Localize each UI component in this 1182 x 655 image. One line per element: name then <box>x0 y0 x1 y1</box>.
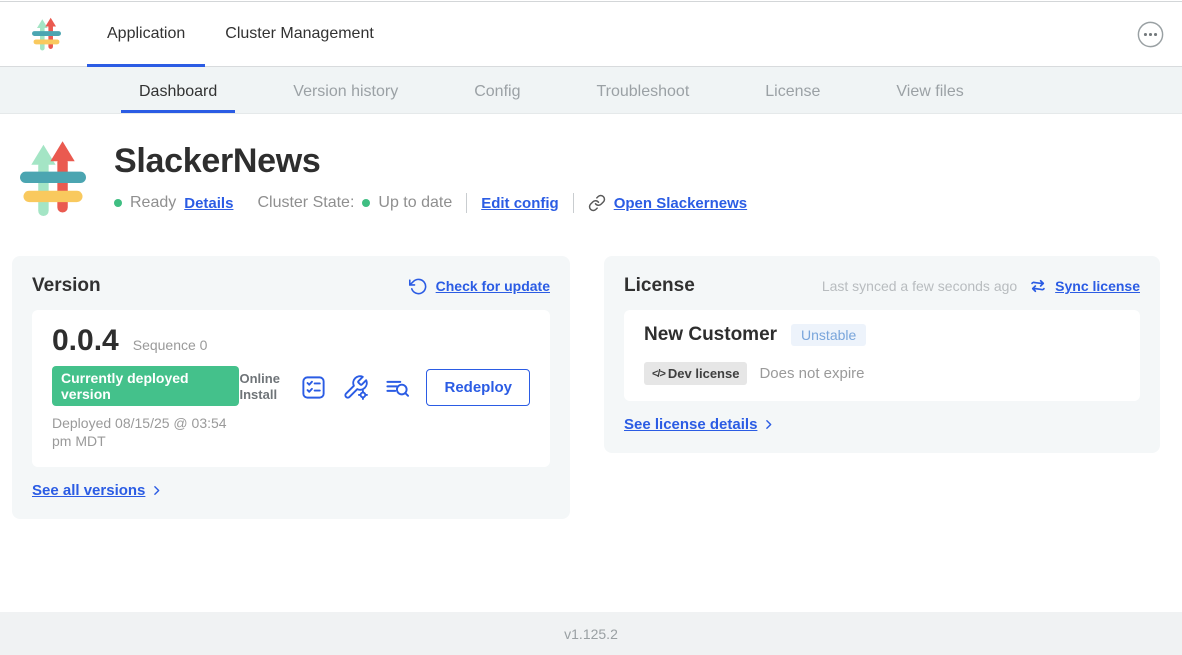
license-expiration: Does not expire <box>759 365 864 382</box>
subnav-view-files-label: View files <box>896 83 963 101</box>
cluster-state-value: Up to date <box>378 194 452 212</box>
tab-cluster-management-label: Cluster Management <box>225 25 374 43</box>
page-title: SlackerNews <box>114 142 747 181</box>
edit-config-icon-button[interactable] <box>342 374 369 401</box>
subnav-tab-dashboard[interactable]: Dashboard <box>121 67 235 113</box>
top-tabs: Application Cluster Management <box>87 2 394 66</box>
slackernews-logo-icon <box>32 17 61 52</box>
status-details-link[interactable]: Details <box>184 195 233 212</box>
sync-license-link[interactable]: Sync license <box>1055 278 1140 294</box>
cluster-state-dot <box>362 199 370 207</box>
deployed-timestamp: Deployed 08/15/25 @ 03:54 pm MDT <box>52 414 239 451</box>
check-update-group[interactable]: Check for update <box>409 277 550 296</box>
tab-application[interactable]: Application <box>87 2 205 66</box>
license-type-label: Dev license <box>668 366 740 381</box>
tab-cluster-management[interactable]: Cluster Management <box>205 2 394 66</box>
cluster-state-label: Cluster State: <box>257 194 354 212</box>
current-version-panel: 0.0.4 Sequence 0 Currently deployed vers… <box>32 310 550 467</box>
divider <box>573 193 574 213</box>
top-navbar: Application Cluster Management <box>0 2 1182 67</box>
dashboard-cards: Version Check for update 0.0.4 Sequence … <box>12 256 1182 519</box>
subnav-tab-view-files[interactable]: View files <box>878 67 981 113</box>
code-icon: </> <box>652 368 665 380</box>
channel-badge: Unstable <box>791 324 866 346</box>
refresh-icon <box>409 277 428 296</box>
lines-magnifier-icon <box>384 374 411 401</box>
chevron-right-icon <box>150 484 163 497</box>
app-icon-large <box>20 139 86 220</box>
redeploy-button[interactable]: Redeploy <box>426 369 530 406</box>
app-status-row: Ready Details Cluster State: Up to date … <box>114 193 747 213</box>
chain-link-icon <box>588 194 606 212</box>
subnav-dashboard-label: Dashboard <box>139 83 217 101</box>
license-card-header: License Last synced a few seconds ago Sy… <box>624 274 1140 298</box>
subnav-tab-license[interactable]: License <box>747 67 838 113</box>
version-number-row: 0.0.4 Sequence 0 <box>52 324 239 358</box>
app-subnav: Dashboard Version history Config Trouble… <box>0 67 1182 114</box>
sync-license-group: Last synced a few seconds ago Sync licen… <box>822 277 1140 295</box>
install-type-label: Online Install <box>239 371 285 404</box>
tab-application-label: Application <box>107 25 185 43</box>
version-card-header: Version Check for update <box>32 274 550 298</box>
version-info: 0.0.4 Sequence 0 Currently deployed vers… <box>52 324 239 451</box>
license-card-title: License <box>624 275 695 297</box>
ellipsis-circle-icon <box>1135 19 1166 50</box>
see-all-versions-link[interactable]: See all versions <box>32 482 145 499</box>
subnav-version-history-label: Version history <box>293 83 398 101</box>
license-details-panel: New Customer Unstable </> Dev license Do… <box>624 310 1140 401</box>
version-card: Version Check for update 0.0.4 Sequence … <box>12 256 570 519</box>
version-number: 0.0.4 <box>52 324 119 358</box>
sync-arrows-icon <box>1029 277 1047 295</box>
subnav-tab-version-history[interactable]: Version history <box>275 67 416 113</box>
deployed-badge: Currently deployed version <box>52 366 239 406</box>
overflow-menu-button[interactable] <box>1135 19 1166 50</box>
open-app-link[interactable]: Open Slackernews <box>614 195 747 212</box>
sequence-label: Sequence 0 <box>133 337 208 353</box>
app-header: SlackerNews Ready Details Cluster State:… <box>20 139 1182 220</box>
last-synced-label: Last synced a few seconds ago <box>822 278 1017 294</box>
app-status-label: Ready <box>130 194 176 212</box>
edit-config-link[interactable]: Edit config <box>481 195 559 212</box>
deploy-logs-button[interactable] <box>384 374 411 401</box>
license-type-badge: </> Dev license <box>644 362 747 385</box>
see-license-details-row[interactable]: See license details <box>624 416 1140 433</box>
license-card: License Last synced a few seconds ago Sy… <box>604 256 1160 453</box>
license-type-row: </> Dev license Does not expire <box>644 362 1120 385</box>
wrench-gear-icon <box>342 374 369 401</box>
subnav-troubleshoot-label: Troubleshoot <box>596 83 689 101</box>
customer-row: New Customer Unstable <box>644 324 1120 346</box>
preflight-checks-button[interactable] <box>300 374 327 401</box>
version-actions: Online Install <box>239 369 530 406</box>
version-card-title: Version <box>32 275 101 297</box>
divider <box>466 193 467 213</box>
subnav-config-label: Config <box>474 83 520 101</box>
subnav-tab-troubleshoot[interactable]: Troubleshoot <box>578 67 707 113</box>
subnav-tab-config[interactable]: Config <box>456 67 538 113</box>
check-update-link[interactable]: Check for update <box>436 278 550 294</box>
subnav-license-label: License <box>765 83 820 101</box>
chevron-right-icon <box>762 418 775 431</box>
checklist-icon <box>300 374 327 401</box>
app-status-dot <box>114 199 122 207</box>
console-footer: v1.125.2 <box>0 612 1182 655</box>
see-all-versions-row[interactable]: See all versions <box>32 482 550 499</box>
admin-console-page: Application Cluster Management Dashboard… <box>0 0 1182 655</box>
console-version: v1.125.2 <box>564 626 618 642</box>
see-license-details-link[interactable]: See license details <box>624 416 757 433</box>
app-logo-small[interactable] <box>32 17 61 52</box>
app-header-text: SlackerNews Ready Details Cluster State:… <box>114 139 747 220</box>
customer-name: New Customer <box>644 324 777 346</box>
